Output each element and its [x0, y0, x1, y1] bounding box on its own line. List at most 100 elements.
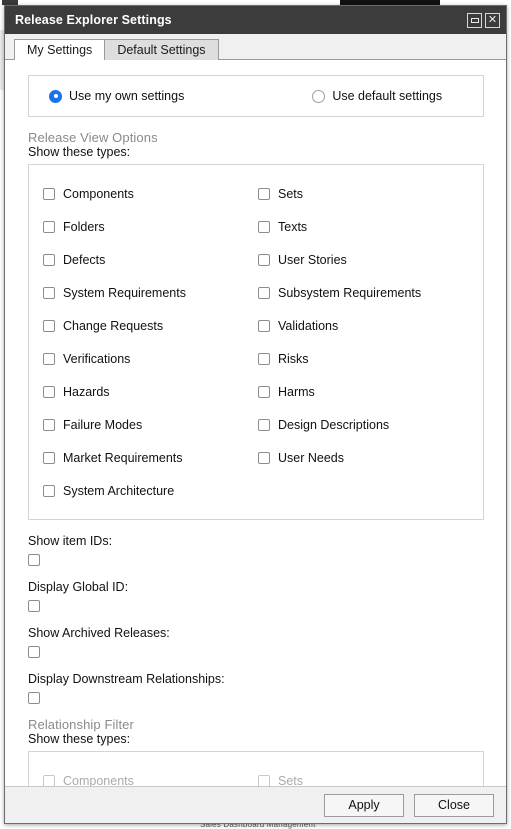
checkbox-row-validations[interactable]: Validations [244, 309, 483, 342]
close-window-icon[interactable]: ✕ [485, 12, 500, 28]
checkbox-icon[interactable] [43, 187, 55, 200]
checkbox-row-verifications[interactable]: Verifications [29, 342, 244, 375]
checkbox-label: User Stories [278, 252, 347, 267]
radio-default-label: Use default settings [332, 89, 443, 103]
checkbox-label: Verifications [63, 351, 131, 366]
radio-default-indicator [312, 89, 326, 103]
checkbox-label: Defects [63, 252, 106, 267]
checkbox-row-system-architecture[interactable]: System Architecture [29, 474, 244, 507]
relationship-filter-sublabel: Show these types: [28, 732, 131, 746]
checkbox-label: Harms [278, 384, 315, 399]
checkbox-row-folders[interactable]: Folders [29, 210, 244, 243]
checkbox-label: Change Requests [63, 318, 164, 333]
dialog-title: Release Explorer Settings [15, 13, 172, 27]
checkbox-label: Hazards [63, 384, 110, 399]
checkbox-label: Components [63, 186, 134, 201]
checkbox-label: User Needs [278, 450, 344, 465]
checkbox-row-user-stories[interactable]: User Stories [244, 243, 483, 276]
settings-mode-group: Use my own settings Use default settings [28, 75, 484, 117]
checkbox-row-failure-modes[interactable]: Failure Modes [29, 408, 244, 441]
checkbox-icon[interactable] [258, 220, 270, 233]
radio-use-default-settings[interactable]: Use default settings [312, 89, 442, 103]
radio-own-indicator [49, 89, 62, 103]
checkbox-row-change-requests[interactable]: Change Requests [29, 309, 244, 342]
checkbox-icon [258, 774, 270, 786]
tab-my-settings-label: My Settings [27, 43, 93, 57]
checkbox-row-texts[interactable]: Texts [244, 210, 483, 243]
release-view-options-sublabel: Show these types: [28, 145, 131, 159]
toggle-label-show-item-ids: Show item IDs: [28, 534, 113, 548]
relationship-filter-types-panel: ComponentsSetsFoldersTexts [28, 751, 484, 786]
checkbox-row-design-descriptions[interactable]: Design Descriptions [244, 408, 483, 441]
checkbox-row-components: Components [29, 764, 244, 786]
checkbox-row-subsystem-requirements[interactable]: Subsystem Requirements [244, 276, 483, 309]
checkbox-row-system-requirements[interactable]: System Requirements [29, 276, 244, 309]
checkbox-icon[interactable] [43, 418, 55, 431]
checkbox-row-components[interactable]: Components [29, 177, 244, 210]
toggle-checkbox-show-item-ids[interactable] [28, 554, 40, 566]
window-controls: ✕ [467, 12, 500, 28]
checkbox-icon[interactable] [43, 220, 55, 233]
checkbox-row-hazards[interactable]: Hazards [29, 375, 244, 408]
checkbox-row-market-requirements[interactable]: Market Requirements [29, 441, 244, 474]
close-button-label: Close [438, 798, 470, 812]
checkbox-row-sets[interactable]: Sets [244, 177, 483, 210]
checkbox-icon[interactable] [43, 319, 55, 332]
relationship-filter-types-grid: ComponentsSetsFoldersTexts [29, 764, 483, 786]
checkbox-row-harms[interactable]: Harms [244, 375, 483, 408]
dialog-titlebar: Release Explorer Settings ✕ [5, 6, 506, 34]
restore-glyph [470, 17, 479, 23]
checkbox-row-defects[interactable]: Defects [29, 243, 244, 276]
apply-button-label: Apply [348, 798, 380, 812]
relationship-filter-heading: Relationship Filter [28, 717, 134, 732]
checkbox-icon[interactable] [258, 187, 270, 200]
checkbox-label: Failure Modes [63, 417, 143, 432]
checkbox-label: Components [63, 773, 134, 787]
checkbox-icon[interactable] [43, 451, 55, 464]
checkbox-label: System Architecture [63, 483, 175, 498]
checkbox-row-sets: Sets [244, 764, 483, 786]
release-view-options-heading: Release View Options [28, 130, 158, 145]
checkbox-row-user-needs[interactable]: User Needs [244, 441, 483, 474]
toggle-checkbox-display-global-id[interactable] [28, 600, 40, 612]
checkbox-icon [43, 774, 55, 786]
checkbox-icon[interactable] [258, 451, 270, 464]
tab-my-settings[interactable]: My Settings [14, 39, 106, 60]
toggle-label-show-archived-releases: Show Archived Releases: [28, 626, 170, 640]
radio-use-my-own-settings[interactable]: Use my own settings [49, 89, 184, 103]
checkbox-label: Sets [278, 186, 304, 201]
settings-scroll-area[interactable]: Use my own settings Use default settings… [6, 60, 506, 786]
checkbox-icon[interactable] [258, 286, 270, 299]
toggle-checkbox-display-downstream-relationships[interactable] [28, 692, 40, 704]
toggle-label-display-downstream-relationships: Display Downstream Relationships: [28, 672, 225, 686]
checkbox-icon[interactable] [258, 418, 270, 431]
checkbox-row-risks[interactable]: Risks [244, 342, 483, 375]
tab-strip: My Settings Default Settings [5, 34, 506, 60]
checkbox-icon[interactable] [43, 253, 55, 266]
checkbox-icon[interactable] [43, 385, 55, 398]
toggle-checkbox-show-archived-releases[interactable] [28, 646, 40, 658]
dialog-footer: Apply Close [5, 786, 506, 823]
restore-window-icon[interactable] [467, 12, 482, 28]
toggle-label-display-global-id: Display Global ID: [28, 580, 129, 594]
checkbox-icon[interactable] [43, 484, 55, 497]
checkbox-icon[interactable] [258, 352, 270, 365]
checkbox-icon[interactable] [43, 352, 55, 365]
release-view-types-grid: Components Sets Folders Texts Defects User St… [29, 177, 483, 507]
radio-own-label: Use my own settings [69, 89, 185, 103]
checkbox-label: Design Descriptions [278, 417, 390, 432]
checkbox-label: System Requirements [63, 285, 186, 300]
checkbox-icon[interactable] [258, 253, 270, 266]
checkbox-label: Folders [63, 219, 105, 234]
checkbox-icon[interactable] [43, 286, 55, 299]
checkbox-label: Subsystem Requirements [278, 285, 422, 300]
release-view-types-panel: Components Sets Folders Texts Defects User St… [28, 164, 484, 520]
checkbox-icon[interactable] [258, 319, 270, 332]
tab-default-settings[interactable]: Default Settings [104, 39, 219, 60]
checkbox-label: Risks [278, 351, 309, 366]
checkbox-icon[interactable] [258, 385, 270, 398]
toggle-options-block: Show item IDs: Display Global ID: Show Arc… [28, 534, 496, 704]
close-button[interactable]: Close [414, 793, 494, 817]
checkbox-label: Sets [278, 773, 304, 787]
apply-button[interactable]: Apply [324, 793, 404, 817]
